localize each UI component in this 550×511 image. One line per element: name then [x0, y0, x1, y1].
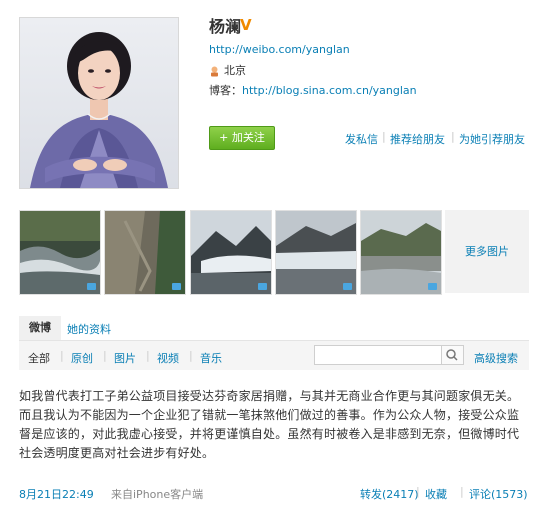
- filter-original[interactable]: 原创: [71, 350, 93, 366]
- photo-thumbnail[interactable]: [104, 210, 186, 295]
- post-text: 如我曾代表打工子弟公益项目接受达芬奇家居捐赠，与其并无商业合作更与其问题家俱无关…: [19, 389, 520, 460]
- photo-thumbnail[interactable]: [19, 210, 101, 295]
- weibo-url-link[interactable]: http://weibo.com/yanglan: [209, 43, 350, 56]
- blog-row: 博客：http://blog.sina.com.cn/yanglan: [209, 82, 417, 98]
- filter-separator: |: [60, 349, 64, 362]
- location-icon: [209, 62, 220, 77]
- favorite-link[interactable]: 收藏: [425, 486, 447, 502]
- location-text: 北京: [224, 64, 246, 77]
- post-source: 来自iPhone客户端: [111, 488, 204, 501]
- image-tag-icon: [87, 283, 96, 290]
- more-photos-link[interactable]: 更多图片: [445, 210, 529, 293]
- filter-separator: |: [146, 349, 150, 362]
- photo-thumbnail[interactable]: [190, 210, 272, 295]
- tab-profile[interactable]: 她的资料: [67, 321, 111, 337]
- search-button[interactable]: [442, 345, 464, 365]
- repost-link[interactable]: 转发(2417): [360, 486, 419, 502]
- image-tag-icon: [343, 283, 352, 290]
- profile-name: 杨澜: [209, 17, 242, 36]
- recommend-link[interactable]: 推荐给朋友: [390, 131, 445, 147]
- filter-images[interactable]: 图片: [114, 350, 136, 366]
- action-separator: |: [451, 130, 455, 143]
- image-tag-icon: [258, 283, 267, 290]
- blog-label: 博客：: [209, 84, 242, 97]
- image-tag-icon: [172, 283, 181, 290]
- send-message-link[interactable]: 发私信: [345, 131, 378, 147]
- post-time-link[interactable]: 8月21日22:49: [19, 486, 94, 502]
- search-input[interactable]: [314, 345, 442, 365]
- introduce-friend-link[interactable]: 为她引荐朋友: [459, 131, 525, 147]
- tab-weibo[interactable]: 微博: [19, 316, 61, 340]
- profile-photo[interactable]: [19, 17, 179, 189]
- comment-link[interactable]: 评论(1573): [469, 486, 528, 502]
- filter-all[interactable]: 全部: [28, 350, 50, 366]
- photo-thumbnail[interactable]: [360, 210, 442, 295]
- filter-videos[interactable]: 视频: [157, 350, 179, 366]
- filter-music[interactable]: 音乐: [200, 350, 222, 366]
- stat-separator: |: [460, 485, 464, 498]
- image-tag-icon: [428, 283, 437, 290]
- action-separator: |: [382, 130, 386, 143]
- advanced-search-link[interactable]: 高级搜索: [474, 350, 518, 366]
- filter-separator: |: [103, 349, 107, 362]
- blog-url-link[interactable]: http://blog.sina.com.cn/yanglan: [242, 84, 417, 97]
- follow-button[interactable]: + 加关注: [209, 126, 275, 150]
- verified-icon: V: [240, 16, 252, 34]
- photo-thumbnail[interactable]: [275, 210, 357, 295]
- stat-separator: |: [416, 485, 420, 498]
- search-icon: [446, 349, 458, 361]
- filter-separator: |: [189, 349, 193, 362]
